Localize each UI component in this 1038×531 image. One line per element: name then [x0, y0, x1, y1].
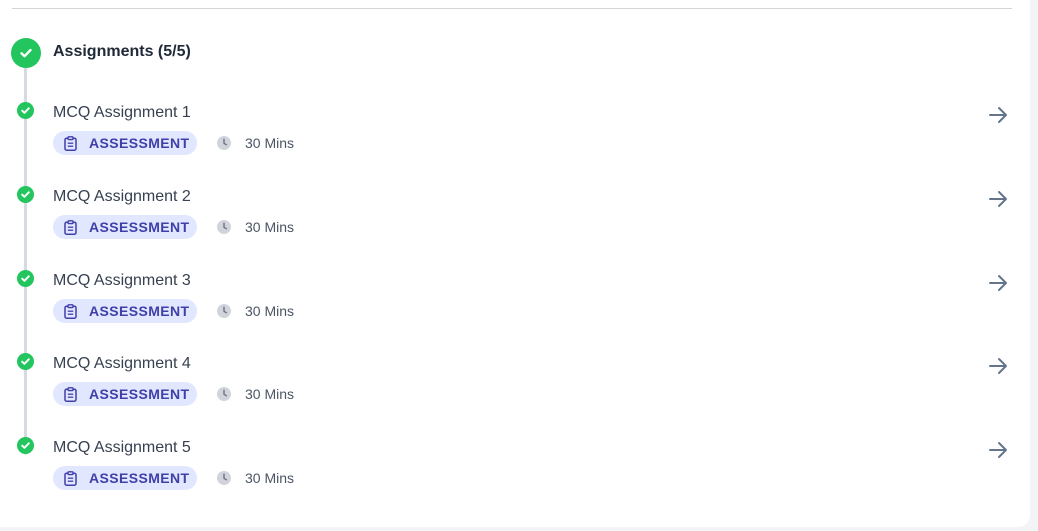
- assignment-title[interactable]: MCQ Assignment 1: [53, 103, 191, 123]
- badge-label: ASSESSMENT: [89, 135, 190, 151]
- duration-text: 30 Mins: [245, 219, 295, 235]
- top-divider: [12, 8, 1012, 9]
- assessment-badge: ASSESSMENT: [53, 299, 197, 323]
- badge-label: ASSESSMENT: [89, 219, 190, 235]
- assignment-item[interactable]: MCQ Assignment 4 ASSESSMENT 30 Mins: [0, 353, 1030, 433]
- check-circle-icon: [17, 270, 34, 287]
- assignment-item[interactable]: MCQ Assignment 5 ASSESSMENT 30 Mins: [0, 437, 1030, 517]
- assignments-card: Assignments (5/5) MCQ Assignment 1 ASSES…: [0, 0, 1030, 527]
- check-circle-icon: [17, 437, 34, 454]
- check-circle-icon: [17, 102, 34, 119]
- badge-label: ASSESSMENT: [89, 303, 190, 319]
- section-title: Assignments (5/5): [53, 43, 191, 60]
- assignment-title[interactable]: MCQ Assignment 5: [53, 438, 191, 458]
- assessment-badge: ASSESSMENT: [53, 466, 197, 490]
- clipboard-icon: [64, 219, 78, 235]
- arrow-right-icon[interactable]: [986, 103, 1010, 127]
- assignment-title[interactable]: MCQ Assignment 4: [53, 354, 191, 374]
- assignment-title[interactable]: MCQ Assignment 2: [53, 187, 191, 207]
- assessment-badge: ASSESSMENT: [53, 215, 197, 239]
- clock-icon: [216, 386, 232, 402]
- clipboard-icon: [64, 470, 78, 486]
- arrow-right-icon[interactable]: [986, 354, 1010, 378]
- badge-label: ASSESSMENT: [89, 386, 190, 402]
- clock-icon: [216, 135, 232, 151]
- assignment-item[interactable]: MCQ Assignment 2 ASSESSMENT 30 Mins: [0, 186, 1030, 266]
- duration-text: 30 Mins: [245, 303, 295, 319]
- duration-text: 30 Mins: [245, 135, 295, 151]
- duration-text: 30 Mins: [245, 386, 295, 402]
- assignment-item[interactable]: MCQ Assignment 1 ASSESSMENT 30 Mins: [0, 102, 1030, 182]
- assessment-badge: ASSESSMENT: [53, 131, 197, 155]
- clock-icon: [216, 303, 232, 319]
- arrow-right-icon[interactable]: [986, 187, 1010, 211]
- clipboard-icon: [64, 386, 78, 402]
- badge-label: ASSESSMENT: [89, 470, 190, 486]
- clipboard-icon: [64, 303, 78, 319]
- duration-text: 30 Mins: [245, 470, 295, 486]
- arrow-right-icon[interactable]: [986, 271, 1010, 295]
- clock-icon: [216, 219, 232, 235]
- section-check-icon: [11, 38, 41, 68]
- check-circle-icon: [17, 186, 34, 203]
- check-circle-icon: [17, 353, 34, 370]
- assessment-badge: ASSESSMENT: [53, 382, 197, 406]
- clock-icon: [216, 470, 232, 486]
- assignment-item[interactable]: MCQ Assignment 3 ASSESSMENT 30 Mins: [0, 270, 1030, 350]
- clipboard-icon: [64, 135, 78, 151]
- arrow-right-icon[interactable]: [986, 438, 1010, 462]
- assignment-title[interactable]: MCQ Assignment 3: [53, 271, 191, 291]
